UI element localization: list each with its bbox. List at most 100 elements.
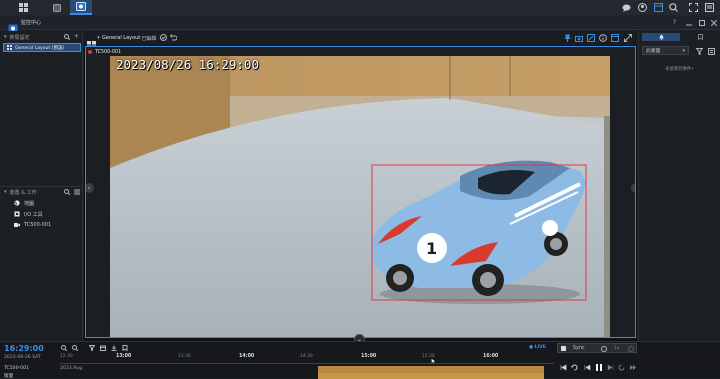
- video-image: 1: [110, 56, 610, 337]
- collapse-arrow-icon: ▾: [4, 189, 7, 195]
- timeline-layout-label: 版面: [4, 374, 14, 379]
- expand-icon[interactable]: [624, 34, 632, 42]
- app-title: 監控中心: [21, 20, 42, 26]
- camera-icon: [14, 223, 20, 227]
- top-taskbar: [0, 0, 720, 15]
- layout-item-general[interactable]: General Layout (預設): [3, 43, 81, 52]
- tick-label: 15:00: [361, 354, 377, 359]
- layout-add-icon[interactable]: +: [73, 33, 80, 40]
- layout-section-header[interactable]: ▾ 佈局設定: [0, 32, 83, 42]
- chevron-down-icon: ▾: [682, 48, 685, 54]
- filter-icon[interactable]: [695, 47, 703, 55]
- rewind-icon[interactable]: [559, 363, 567, 371]
- timeline-panel: 16:29:00 2023-08-26 SAT TC500-001 版面 202…: [0, 341, 720, 379]
- layout-section-title: 佈局設定: [9, 34, 30, 41]
- tree-item-map[interactable]: 地圖: [14, 199, 34, 207]
- options-icon[interactable]: [704, 2, 715, 13]
- layout-search-icon[interactable]: [63, 33, 70, 40]
- skip-icon[interactable]: [617, 363, 625, 371]
- tab-events[interactable]: [642, 33, 680, 41]
- user-icon[interactable]: [637, 2, 648, 13]
- minimize-icon[interactable]: [684, 18, 693, 27]
- camera-tile[interactable]: TC500-001 1 2023/08/26 16:29:00 ‹: [85, 46, 636, 338]
- search-icon[interactable]: [668, 2, 679, 13]
- loop-icon[interactable]: [570, 363, 578, 371]
- chat-icon[interactable]: [621, 2, 632, 13]
- grid-icon: [18, 3, 28, 12]
- dropdown-arrow-icon[interactable]: ▾: [96, 34, 101, 42]
- pause-icon[interactable]: [594, 362, 603, 372]
- snapshot-icon[interactable]: [575, 34, 583, 42]
- sync-label: Sync: [573, 346, 585, 351]
- speed-up-icon[interactable]: [627, 345, 634, 352]
- tick-label: 13:30: [178, 354, 191, 359]
- fast-forward-icon[interactable]: [628, 363, 636, 371]
- recording-indicator: [88, 50, 92, 54]
- scope-dropdown-value: 此版面: [646, 49, 661, 54]
- bookmark-add-icon[interactable]: [121, 344, 128, 351]
- filter-icon[interactable]: [88, 344, 95, 351]
- next-arrow-button[interactable]: ›: [631, 183, 635, 193]
- widget-icon[interactable]: [653, 2, 664, 13]
- edit-layout-icon[interactable]: [587, 34, 595, 42]
- sync-controls: Sync 1x: [557, 343, 637, 353]
- recording-segment-layout: [318, 373, 544, 379]
- zoom-out-icon[interactable]: [71, 344, 78, 351]
- main-menu-button[interactable]: [12, 0, 34, 15]
- live-indicator[interactable]: ● LIVE: [529, 345, 546, 350]
- playback-speed[interactable]: 1x: [614, 346, 619, 351]
- info-icon[interactable]: [599, 34, 607, 42]
- close-icon[interactable]: [709, 18, 718, 27]
- app-tab-bar: 監控中心 ?: [0, 15, 720, 33]
- window-icon[interactable]: [611, 34, 619, 42]
- fullscreen-icon[interactable]: [688, 2, 699, 13]
- devices-list-icon[interactable]: [73, 188, 80, 195]
- collapse-arrow-icon: ▾: [4, 34, 7, 40]
- layout-name: General Layout: [102, 35, 141, 41]
- zoom-in-icon[interactable]: [60, 344, 67, 351]
- tick-label: 12:30: [60, 354, 73, 359]
- step-back-icon[interactable]: [583, 363, 591, 371]
- video-frame[interactable]: 1 2023/08/26 16:29:00: [110, 56, 610, 337]
- tab-bookmarks[interactable]: [681, 33, 719, 41]
- bookmark-icon: [697, 34, 703, 40]
- event-settings-icon[interactable]: [707, 47, 715, 55]
- layout-item-label: General Layout (預設): [15, 45, 65, 51]
- tick-label: 14:00: [239, 354, 255, 359]
- undo-icon[interactable]: [170, 34, 177, 41]
- prev-arrow-button[interactable]: ‹: [86, 183, 94, 193]
- io-icon: [14, 211, 20, 217]
- devices-section-header[interactable]: ▾ 裝置 & 工作: [0, 187, 83, 197]
- surveillance-center-tab-button[interactable]: [70, 0, 92, 15]
- timeline-camera-label: TC500-001: [4, 366, 29, 371]
- devices-search-icon[interactable]: [63, 188, 70, 195]
- step-forward-icon[interactable]: [606, 363, 614, 371]
- layout-grid-icon: [7, 45, 12, 50]
- osd-timestamp: 2023/08/26 16:29:00: [116, 57, 259, 72]
- svg-text:1: 1: [426, 239, 437, 258]
- scope-dropdown[interactable]: 此版面 ▾: [642, 46, 689, 55]
- layout-switch-icon[interactable]: [87, 34, 96, 49]
- cursor-pointer-icon: [431, 349, 436, 364]
- sync-checkbox[interactable]: [561, 346, 566, 351]
- ruler-baseline: [60, 363, 554, 364]
- devices-section-title: 裝置 & 工作: [9, 189, 37, 196]
- globe-icon: [14, 200, 20, 206]
- tree-item-io[interactable]: I/O 工具: [14, 210, 43, 218]
- maximize-icon[interactable]: [697, 18, 706, 27]
- speed-icon[interactable]: [600, 345, 607, 352]
- monitor-app-icon: [76, 2, 86, 11]
- view-toolbar: ▾ General Layout - 已編輯: [84, 31, 637, 49]
- save-check-icon[interactable]: [160, 34, 167, 41]
- camera-tile-header: TC500-001: [88, 48, 121, 56]
- edit-status: - 已編輯: [138, 36, 157, 42]
- pin-icon[interactable]: [563, 34, 571, 42]
- calendar-icon[interactable]: [99, 344, 106, 351]
- help-icon[interactable]: ?: [670, 18, 679, 27]
- export-icon[interactable]: [110, 344, 117, 351]
- no-events-message: 未偵測到事件•: [665, 67, 694, 72]
- tree-item-label: TC500-001: [24, 222, 52, 228]
- tree-item-camera[interactable]: TC500-001: [14, 221, 51, 229]
- app-tab-button[interactable]: [46, 0, 68, 15]
- current-time: 16:29:00: [4, 344, 44, 353]
